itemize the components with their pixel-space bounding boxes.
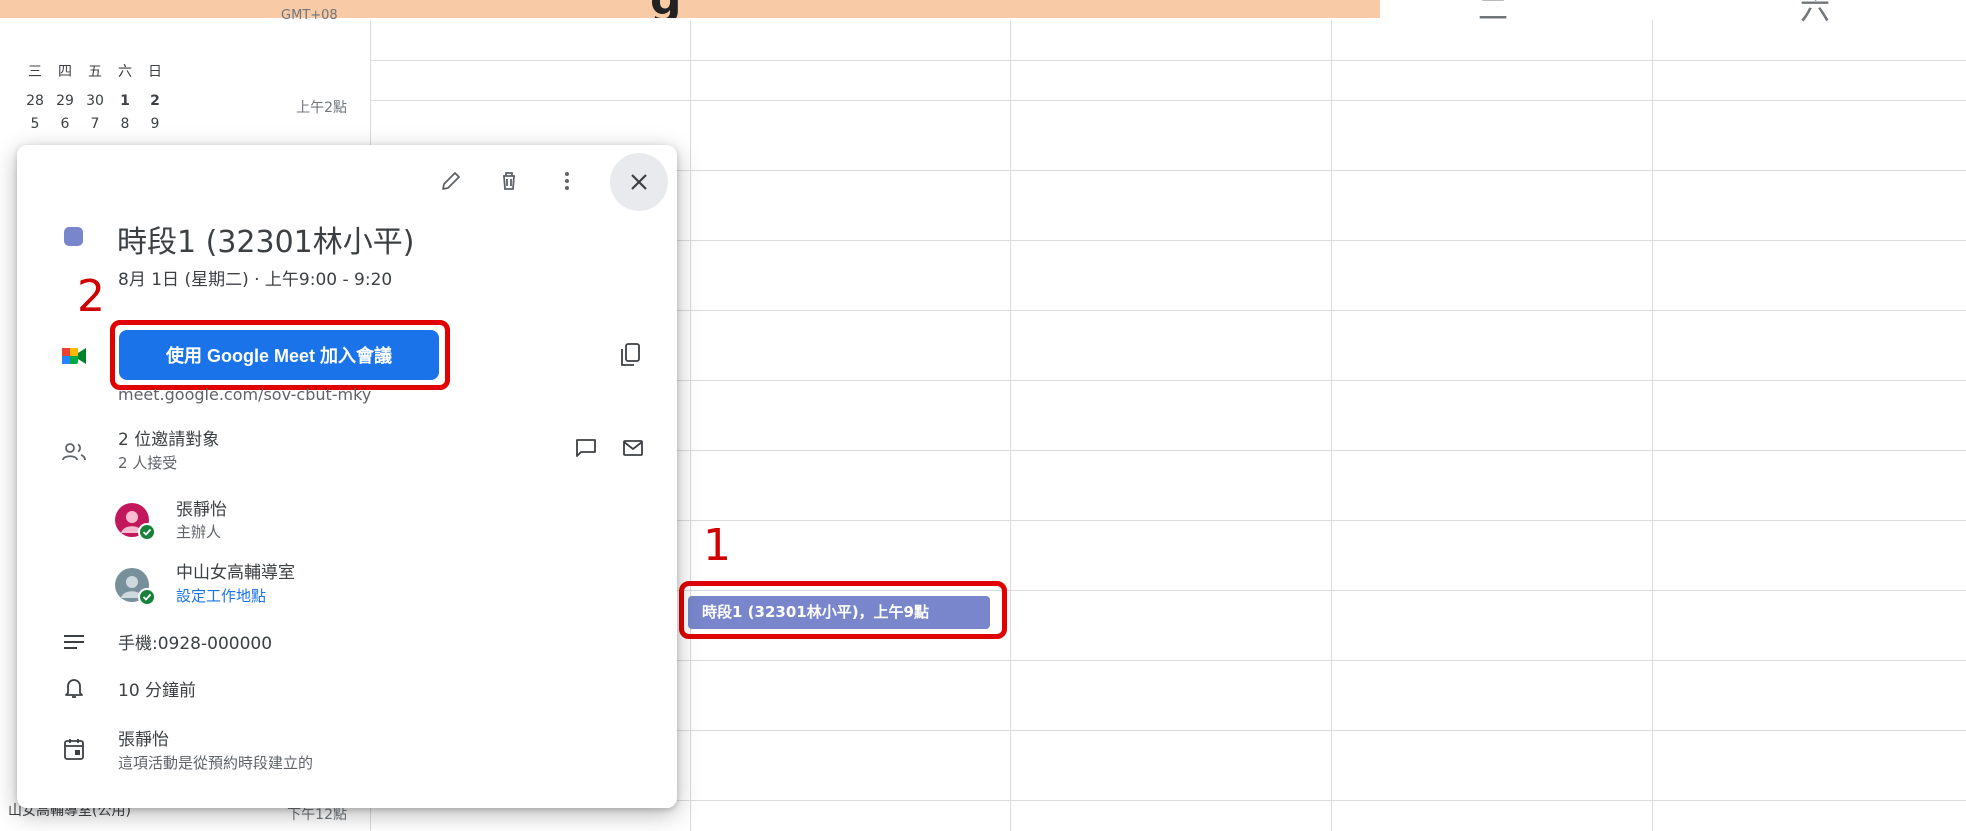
event-title: 時段1 (32301林小平): [117, 225, 415, 260]
mini-calendar-row: 5 6 7 8 9: [20, 116, 170, 130]
event-details-popup: 時段1 (32301林小平) 8月 1日 (星期二) · 上午9:00 - 9:…: [17, 145, 677, 808]
pencil-icon[interactable]: [435, 165, 467, 197]
calendar-owner: 張靜怡: [118, 730, 169, 750]
set-work-location-link[interactable]: 設定工作地點: [176, 585, 266, 606]
event-description: 手機:0928-000000: [118, 634, 273, 654]
close-button[interactable]: [610, 153, 668, 211]
mini-day[interactable]: 28: [20, 93, 50, 109]
meet-link[interactable]: meet.google.com/sov-cbut-mky: [118, 385, 371, 404]
trash-icon[interactable]: [493, 165, 525, 197]
time-label-2am: 上午2點: [296, 100, 347, 116]
header-day-right: 六: [1800, 0, 1830, 27]
mini-day[interactable]: 8: [110, 116, 140, 130]
calendar-note: 這項活動是從預約時段建立的: [118, 754, 314, 772]
guest-name: 中山女高輔導室: [176, 563, 295, 583]
calendar-icon: [59, 734, 89, 764]
annotation-number-2: 2: [77, 271, 105, 322]
accepted-check-icon: [138, 588, 156, 606]
chat-icon[interactable]: [570, 432, 602, 464]
highlight-box-meet: [110, 320, 450, 390]
header-day-left: 二: [1478, 0, 1508, 27]
weekday-thu: 四: [58, 64, 72, 80]
mini-day[interactable]: 7: [80, 116, 110, 130]
highlight-box-event: [679, 581, 1007, 639]
weekday-sun: 日: [148, 64, 162, 80]
people-icon: [59, 437, 89, 467]
email-icon[interactable]: [617, 432, 649, 464]
weekday-sat: 六: [118, 64, 132, 80]
google-meet-icon: [59, 341, 89, 371]
notes-icon: [59, 627, 89, 657]
mini-day[interactable]: 1: [110, 93, 140, 109]
mini-day[interactable]: 2: [140, 93, 170, 109]
mini-calendar-row: 28 29 30 1 2: [20, 86, 170, 116]
bell-icon: [59, 673, 89, 703]
close-icon: [631, 174, 647, 190]
more-vert-icon[interactable]: [551, 165, 583, 197]
mini-calendar-weekdays: 三 四 五 六 日: [20, 56, 170, 86]
mini-calendar: 三 四 五 六 日 28 29 30 1 2 5 6 7 8 9: [20, 56, 170, 130]
top-banner: g: [0, 0, 1380, 18]
reminder-text: 10 分鐘前: [118, 681, 197, 701]
mini-day[interactable]: 6: [50, 116, 80, 130]
event-datetime: 8月 1日 (星期二) · 上午9:00 - 9:20: [118, 270, 393, 290]
copy-icon[interactable]: [614, 339, 646, 371]
mini-day[interactable]: 30: [80, 93, 110, 109]
banner-glyph: g: [650, 0, 682, 18]
mini-day[interactable]: 9: [140, 116, 170, 130]
mini-day[interactable]: 5: [20, 116, 50, 130]
accepted-check-icon: [138, 523, 156, 541]
mini-day[interactable]: 29: [50, 93, 80, 109]
guest-name: 張靜怡: [176, 500, 227, 520]
timezone-label: GMT+08: [281, 8, 338, 23]
annotation-number-1: 1: [703, 520, 731, 571]
guest-role: 主辦人: [176, 523, 222, 541]
guests-accepted: 2 人接受: [118, 454, 178, 472]
weekday-fri: 五: [88, 64, 102, 80]
weekday-wed: 三: [28, 64, 42, 80]
event-color-dot: [64, 227, 83, 246]
guests-count: 2 位邀請對象: [118, 430, 220, 450]
